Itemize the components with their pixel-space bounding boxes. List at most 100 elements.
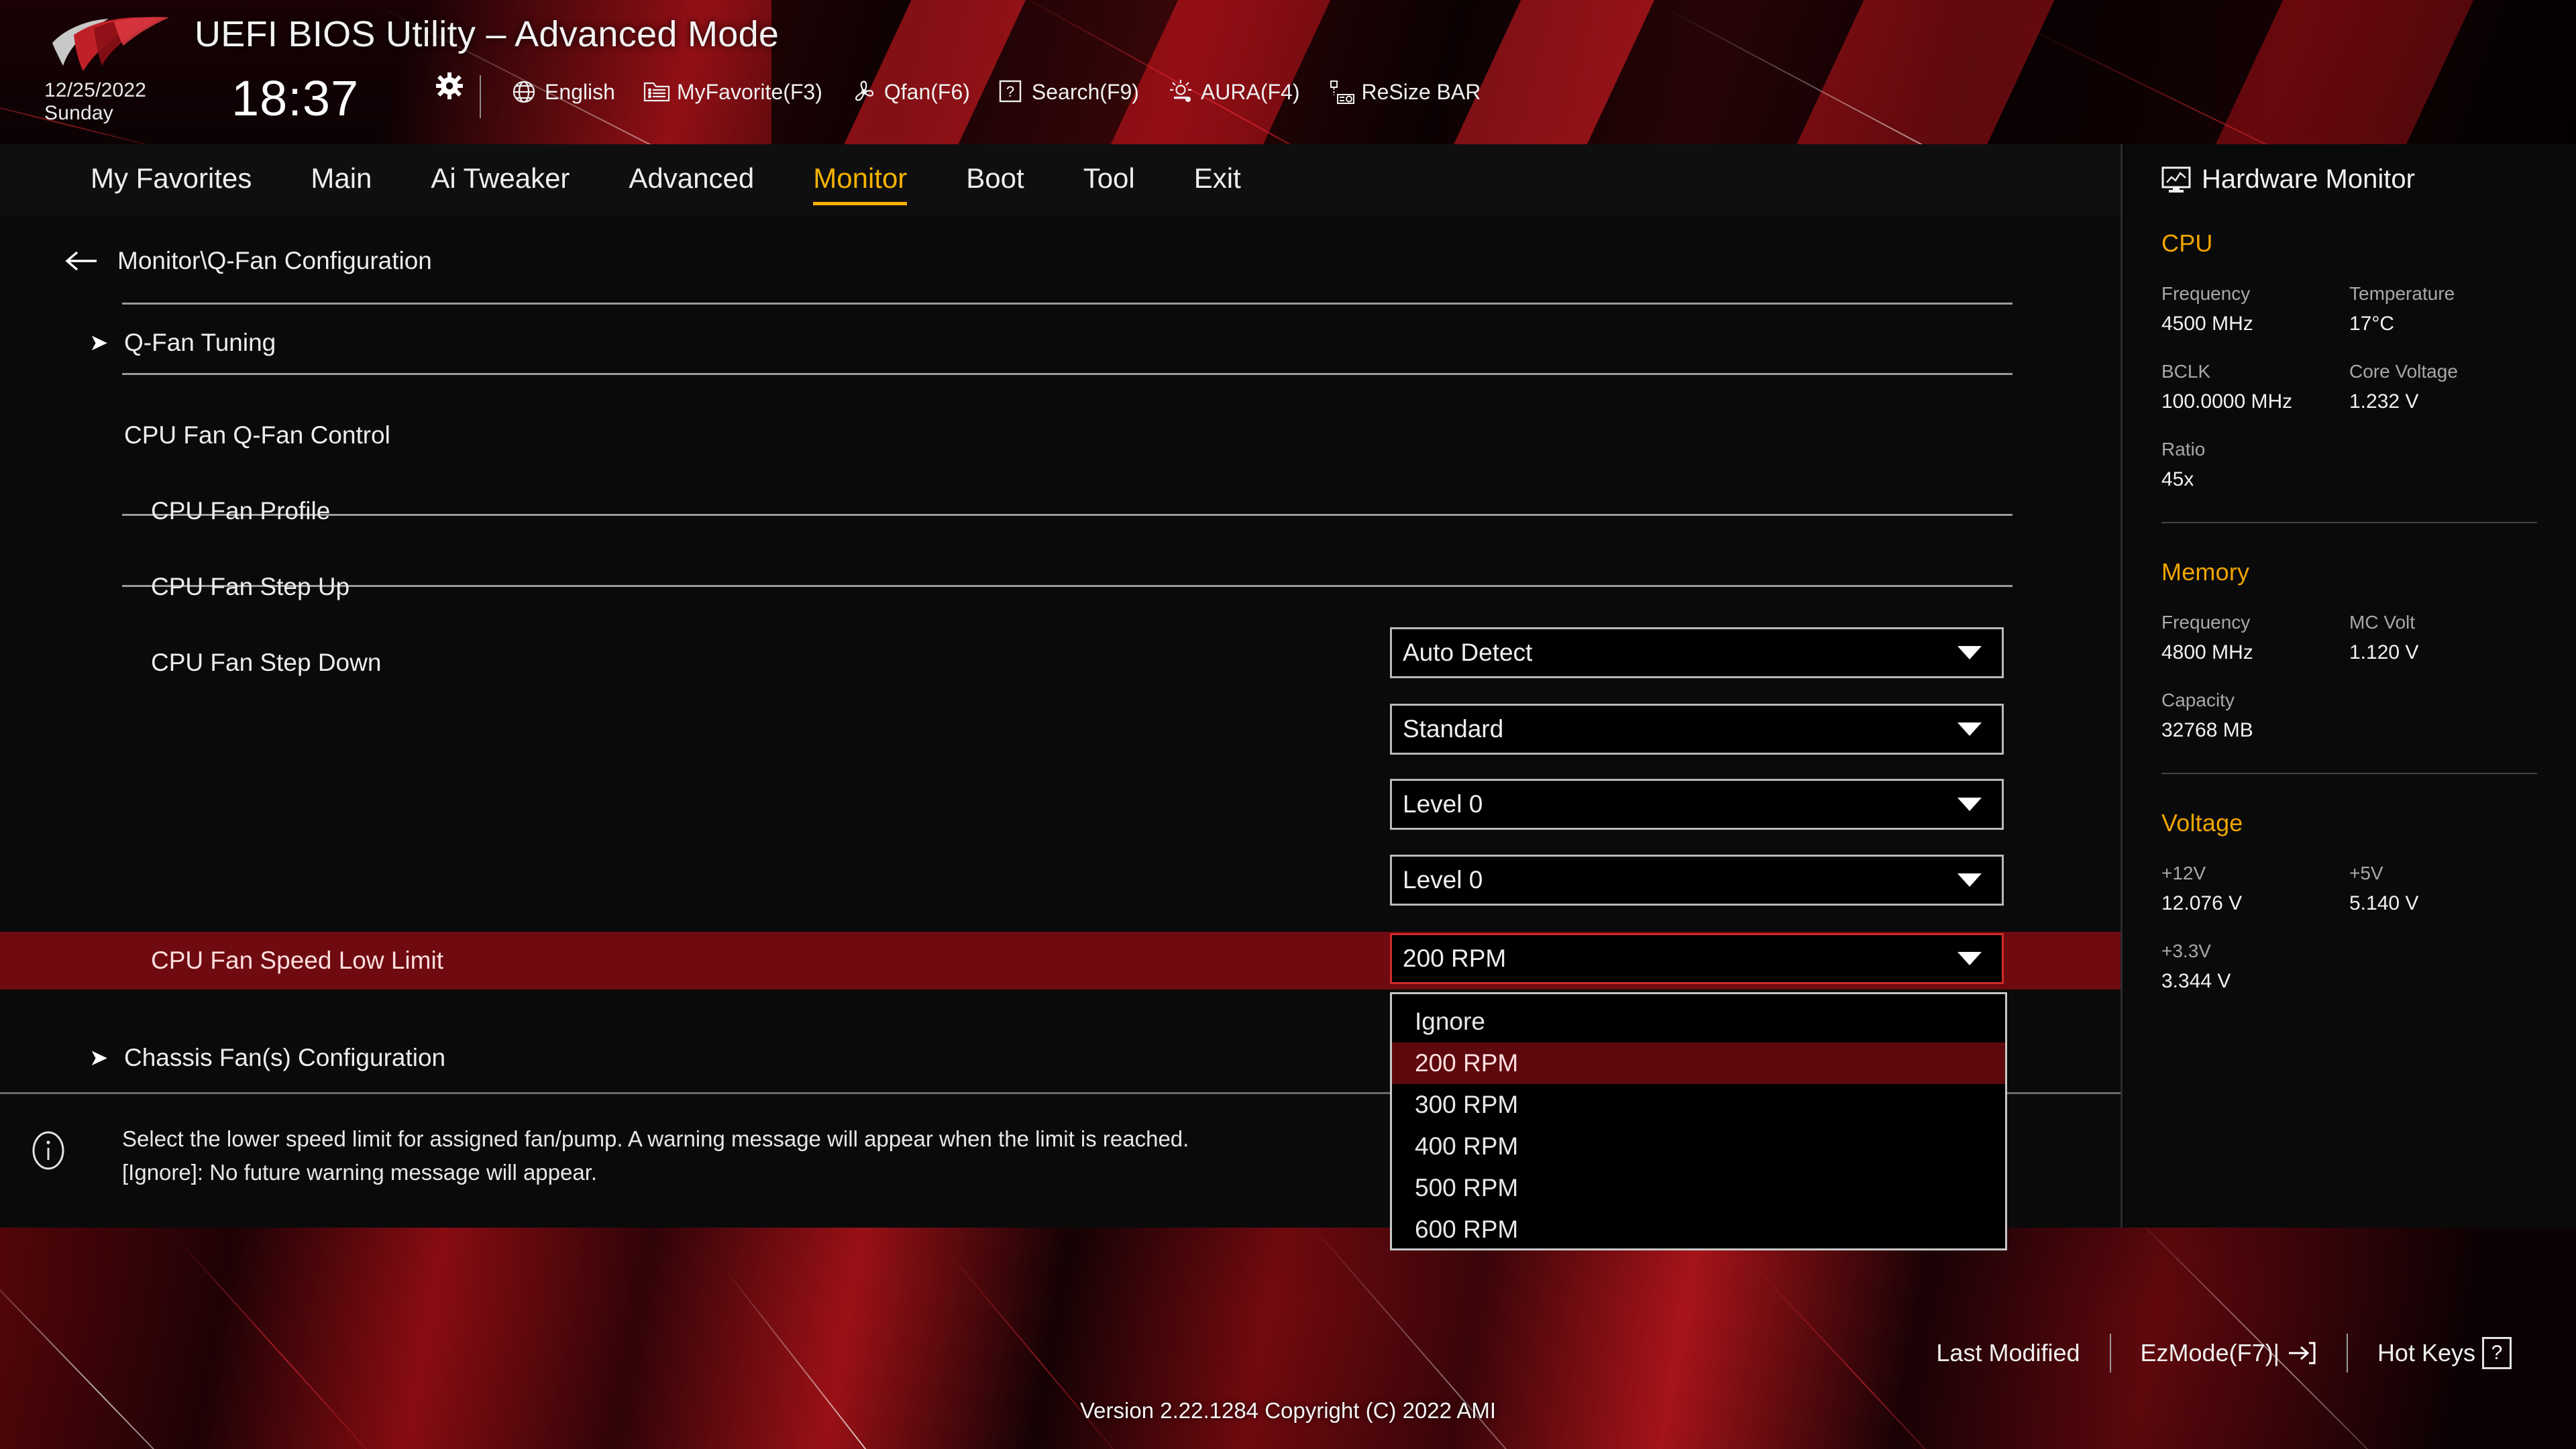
hw-cell-memory-frequency: Frequency 4800 MHz [2161,612,2349,664]
row-label: CPU Fan Profile [151,497,331,525]
combo-value: Standard [1403,715,1504,743]
search-button[interactable]: ? Search(F9) [998,79,1139,105]
header-toolbar: English MyFavorite(F3) Qfan(F6) ? Search… [511,79,1509,105]
row-q-fan-tuning[interactable]: ➤ Q-Fan Tuning [0,319,2121,367]
hw-divider-2 [2161,773,2537,774]
tab-my-favorites[interactable]: My Favorites [91,162,252,199]
hardware-monitor-title-text: Hardware Monitor [2202,164,2415,194]
hw-row: Capacity 32768 MB [2161,690,2537,742]
chevron-down-icon [1957,873,1982,887]
svg-text:?: ? [1006,83,1014,100]
dropdown-cpu-fan-speed-low-limit[interactable]: Ignore 200 RPM 300 RPM 400 RPM 500 RPM 6… [1390,992,2007,1250]
tab-exit[interactable]: Exit [1194,162,1241,199]
page-title: UEFI BIOS Utility – Advanced Mode [195,14,780,54]
language-button[interactable]: English [511,79,615,105]
hw-key: Core Voltage [2349,361,2458,382]
rog-logo-icon [44,12,178,72]
hw-key: Ratio [2161,439,2206,460]
breadcrumb[interactable]: Monitor\Q-Fan Configuration [64,247,432,275]
monitor-chart-icon [2161,166,2192,193]
hw-section-cpu: CPU [2161,229,2213,257]
hw-value: 100.0000 MHz [2161,390,2293,413]
hw-section-voltage: Voltage [2161,809,2243,837]
hw-key: Frequency [2161,283,2251,304]
dropdown-option-200-rpm[interactable]: 200 RPM [1392,1042,2005,1084]
breadcrumb-text: Monitor\Q-Fan Configuration [117,247,432,274]
hw-value: 12.076 V [2161,892,2243,914]
tab-boot[interactable]: Boot [966,162,1024,199]
combo-value: 200 RPM [1403,945,1507,972]
hw-value: 4800 MHz [2161,641,2253,663]
row-cpu-fan-step-down[interactable]: CPU Fan Step Down [0,639,2121,687]
tab-main[interactable]: Main [311,162,372,199]
resize-bar-button[interactable]: ReSize BAR [1328,79,1481,105]
submenu-arrow-icon: ➤ [89,1045,109,1071]
hw-cell-voltage-12v: +12V 12.076 V [2161,863,2349,915]
ezmode-button[interactable]: EzMode(F7)| [2141,1339,2317,1367]
hw-cell-voltage-5v: +5V 5.140 V [2349,863,2537,915]
date-value: 12/25/2022 [44,79,147,101]
hw-key: BCLK [2161,361,2211,382]
combo-cpu-fan-profile[interactable]: Standard [1390,704,2004,755]
ezmode-label: EzMode(F7)| [2140,1339,2279,1366]
question-box-icon: ? [2482,1337,2512,1369]
hw-cell-voltage-3v3: +3.3V 3.344 V [2161,941,2537,993]
weekday-value: Sunday [44,101,113,124]
dropdown-option-ignore[interactable]: Ignore [1392,1001,2005,1042]
hw-section-memory: Memory [2161,558,2250,586]
bios-version-text: Version 2.22.1284 Copyright (C) 2022 AMI [1079,1398,1497,1423]
combo-cpu-fan-step-up[interactable]: Level 0 [1390,779,2004,830]
search-label: Search(F9) [1031,79,1139,104]
back-arrow-icon[interactable] [64,248,99,274]
hw-value: 1.120 V [2349,641,2419,663]
hw-cell-cpu-core-voltage: Core Voltage 1.232 V [2349,361,2537,413]
footer-divider-2 [2346,1334,2348,1373]
row-label: Q-Fan Tuning [124,329,276,356]
myfavorite-button[interactable]: MyFavorite(F3) [643,79,822,105]
gear-icon[interactable] [436,72,463,99]
chevron-down-icon [1957,798,1982,811]
aura-label: AURA(F4) [1200,79,1300,104]
dropdown-option-300-rpm[interactable]: 300 RPM [1392,1084,2005,1126]
main-tabbar: My Favorites Main Ai Tweaker Advanced Mo… [0,144,2121,217]
hw-row: Frequency 4500 MHz Temperature 17°C [2161,283,2537,335]
aura-lamp-icon [1167,79,1193,105]
hw-value: 1.232 V [2349,390,2419,413]
row-cpu-fan-step-up[interactable]: CPU Fan Step Up [0,563,2121,611]
clock-display: 18:37 [231,70,360,126]
row-cpu-fan-qfan-control[interactable]: CPU Fan Q-Fan Control [0,411,2121,460]
combo-cpu-fan-step-down[interactable]: Level 0 [1390,855,2004,906]
tab-advanced[interactable]: Advanced [629,162,754,199]
fan-icon [851,79,876,105]
hardware-monitor-title: Hardware Monitor [2161,164,2537,195]
hw-row: BCLK 100.0000 MHz Core Voltage 1.232 V [2161,361,2537,413]
combo-value: Level 0 [1403,790,1483,818]
tab-monitor[interactable]: Monitor [813,162,908,205]
hotkeys-button[interactable]: Hot Keys ? [2377,1337,2512,1369]
dropdown-option-400-rpm[interactable]: 400 RPM [1392,1126,2005,1167]
hw-cell-cpu-frequency: Frequency 4500 MHz [2161,283,2349,335]
aura-button[interactable]: AURA(F4) [1167,79,1300,105]
folder-list-icon [643,79,670,105]
hw-value: 45x [2161,468,2194,490]
tab-tool[interactable]: Tool [1083,162,1135,199]
row-cpu-fan-profile[interactable]: CPU Fan Profile [0,487,2121,535]
hw-key: Capacity [2161,690,2235,710]
dropdown-option-500-rpm[interactable]: 500 RPM [1392,1167,2005,1209]
last-modified-button[interactable]: Last Modified [1936,1339,2080,1367]
combo-cpu-fan-speed-low-limit[interactable]: 200 RPM [1390,933,2004,984]
chevron-down-icon [1957,722,1982,736]
chevron-down-icon [1957,952,1982,965]
hw-key: +5V [2349,863,2383,883]
submenu-arrow-icon: ➤ [89,330,109,356]
tab-ai-tweaker[interactable]: Ai Tweaker [431,162,570,199]
dropdown-option-600-rpm[interactable]: 600 RPM [1392,1209,2005,1250]
qfan-label: Qfan(F6) [883,79,970,104]
divider-1 [122,303,2012,305]
divider-2 [122,373,2012,375]
hw-cell-memory-mc-volt: MC Volt 1.120 V [2349,612,2537,664]
last-modified-label: Last Modified [1936,1339,2080,1366]
resize-bar-label: ReSize BAR [1361,79,1481,104]
qfan-button[interactable]: Qfan(F6) [851,79,970,105]
exit-arrow-icon [2286,1340,2317,1366]
